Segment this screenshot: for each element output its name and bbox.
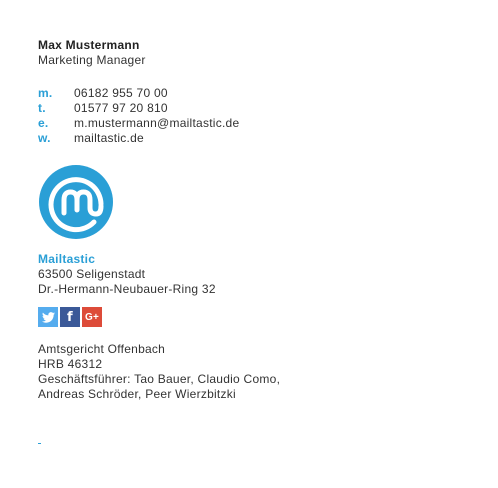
contact-list: m. 06182 955 70 00 t. 01577 97 20 810 e.…: [38, 86, 478, 146]
legal-directors: Geschäftsführer: Tao Bauer, Claudio Como…: [38, 372, 281, 386]
footer-link-dash[interactable]: [38, 443, 41, 444]
legal-registry: HRB 46312: [38, 357, 103, 371]
social-links: f G+: [38, 307, 478, 327]
address-line1: 63500 Seligenstadt: [38, 267, 146, 281]
address-line2: Dr.-Hermann-Neubauer-Ring 32: [38, 282, 216, 296]
mobile-number[interactable]: 06182 955 70 00: [74, 86, 168, 101]
contact-email: e. m.mustermann@mailtastic.de: [38, 116, 478, 131]
person-role: Marketing Manager: [38, 53, 146, 67]
contact-website: w. mailtastic.de: [38, 131, 478, 146]
legal-info: Amtsgericht Offenbach HRB 46312 Geschäft…: [38, 342, 478, 402]
mailtastic-logo[interactable]: [38, 164, 114, 240]
twitter-bird-icon: [41, 311, 55, 323]
google-plus-icon[interactable]: G+: [82, 307, 102, 327]
email-signature: Max Mustermann Marketing Manager m. 0618…: [38, 38, 478, 402]
contact-label: t.: [38, 101, 46, 115]
legal-court: Amtsgericht Offenbach: [38, 342, 166, 356]
company-name[interactable]: Mailtastic: [38, 252, 478, 267]
legal-directors-cont: Andreas Schröder, Peer Wierzbitzki: [38, 387, 236, 401]
facebook-icon[interactable]: f: [60, 307, 80, 327]
email-link[interactable]: m.mustermann@mailtastic.de: [74, 116, 239, 131]
phone-number[interactable]: 01577 97 20 810: [74, 101, 168, 116]
contact-label: m.: [38, 86, 53, 100]
contact-label: w.: [38, 131, 51, 145]
logo-icon: [39, 165, 113, 239]
company-block: Mailtastic 63500 Seligenstadt Dr.-Herman…: [38, 252, 478, 297]
contact-label: e.: [38, 116, 49, 130]
contact-phone: t. 01577 97 20 810: [38, 101, 478, 116]
person-name: Max Mustermann: [38, 38, 140, 52]
website-link[interactable]: mailtastic.de: [74, 131, 144, 146]
contact-mobile: m. 06182 955 70 00: [38, 86, 478, 101]
twitter-icon[interactable]: [38, 307, 58, 327]
